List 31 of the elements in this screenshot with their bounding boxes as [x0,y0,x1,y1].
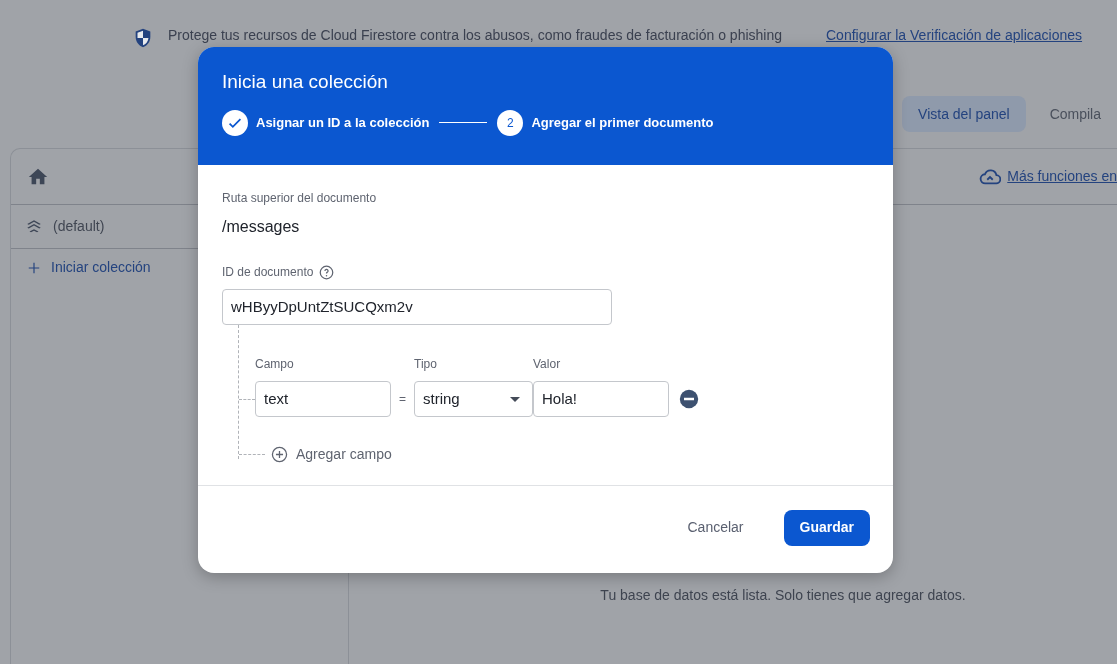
dialog-title: Inicia una colección [222,71,389,94]
step-number: 2 [497,109,524,136]
column-header: Valor [533,356,562,373]
dropdown-caret-icon [510,396,520,402]
cancel-button[interactable]: Cancelar [671,509,760,546]
field-label: ID de documento [222,264,314,281]
step-label: Asignar un ID a la colección [256,114,430,133]
value-input[interactable]: Hola! [533,381,669,417]
banner-link[interactable]: Configurar la Verificación de aplicaciones [826,27,1083,43]
document-id-field[interactable]: wHByyDpUntZtSUCQxm2v [222,289,612,325]
add-circle-icon [271,446,288,463]
save-button[interactable]: Guardar [783,509,870,546]
step-label: Agregar el primer documento [531,114,714,133]
view-tab[interactable]: Vista del panel [902,96,1026,132]
field-name-input[interactable]: text [255,381,391,417]
column-header: Campo [255,356,295,373]
add-field-button[interactable]: Agregar campo [265,443,398,466]
type-select[interactable]: string [414,381,533,417]
equals-sign: = [398,391,407,408]
field-label: Ruta superior del documento [222,190,378,207]
view-tab[interactable]: Compila [1033,96,1117,132]
empty-message: Tu base de datos está lista. Solo tienes que agregar datos. [599,586,967,605]
more-features-link[interactable]: Más funciones en [979,165,1117,188]
help-icon [319,264,335,280]
banner-text: Protege tus recursos de Cloud Firestore contra los abusos, como fraudes de facturación o phishing [168,27,782,43]
add-collection-button[interactable]: Iniciar colección [11,249,167,286]
path-value: /messages [222,217,301,237]
remove-icon[interactable] [679,389,699,409]
database-name: (default) [53,217,105,236]
column-header: Tipo [414,356,438,373]
plus-icon [27,260,41,275]
